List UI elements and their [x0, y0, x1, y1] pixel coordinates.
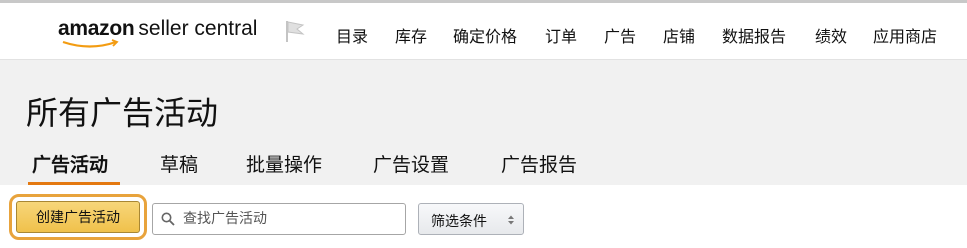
updown-icon [508, 215, 514, 225]
search-box[interactable] [152, 203, 406, 235]
filter-label: 筛选条件 [431, 214, 487, 230]
nav-item-advertising[interactable]: 广告 [604, 23, 636, 47]
create-button-highlight: 创建广告活动 [9, 194, 147, 240]
page-title: 所有广告活动 [26, 94, 219, 132]
logo-brand-text: amazon [58, 17, 135, 40]
top-navigation-bar: amazon seller central 目录 库存 确定价格 订单 广告 店铺… [0, 0, 967, 60]
main-content: 所有广告活动 广告活动 草稿 批量操作 广告设置 广告报告 创建广告活动 筛选条… [0, 60, 967, 248]
search-input[interactable] [183, 206, 399, 232]
amazon-smile-icon [62, 39, 119, 48]
nav-item-reports[interactable]: 数据报告 [722, 23, 786, 47]
search-icon [161, 212, 175, 226]
nav-item-appstore[interactable]: 应用商店 [873, 23, 937, 47]
nav-item-inventory[interactable]: 库存 [395, 23, 427, 47]
nav-item-orders[interactable]: 订单 [545, 23, 577, 47]
amazon-seller-central-logo[interactable]: amazon seller central [58, 17, 258, 48]
tab-ad-reports[interactable]: 广告报告 [501, 150, 577, 183]
nav-item-catalog[interactable]: 目录 [336, 23, 368, 47]
campaign-toolbar: 创建广告活动 筛选条件 [0, 185, 967, 248]
flag-icon[interactable] [284, 19, 306, 43]
tab-ad-settings[interactable]: 广告设置 [373, 150, 449, 183]
logo-suffix-text: seller central [138, 17, 258, 40]
tab-bulk-operations[interactable]: 批量操作 [246, 150, 322, 183]
filter-button[interactable]: 筛选条件 [418, 203, 524, 235]
tab-campaigns[interactable]: 广告活动 [32, 150, 108, 183]
nav-item-pricing[interactable]: 确定价格 [453, 23, 517, 47]
create-campaign-button[interactable]: 创建广告活动 [16, 201, 140, 233]
nav-item-stores[interactable]: 店铺 [663, 23, 695, 47]
nav-item-performance[interactable]: 绩效 [815, 23, 847, 47]
tab-drafts[interactable]: 草稿 [160, 150, 198, 183]
